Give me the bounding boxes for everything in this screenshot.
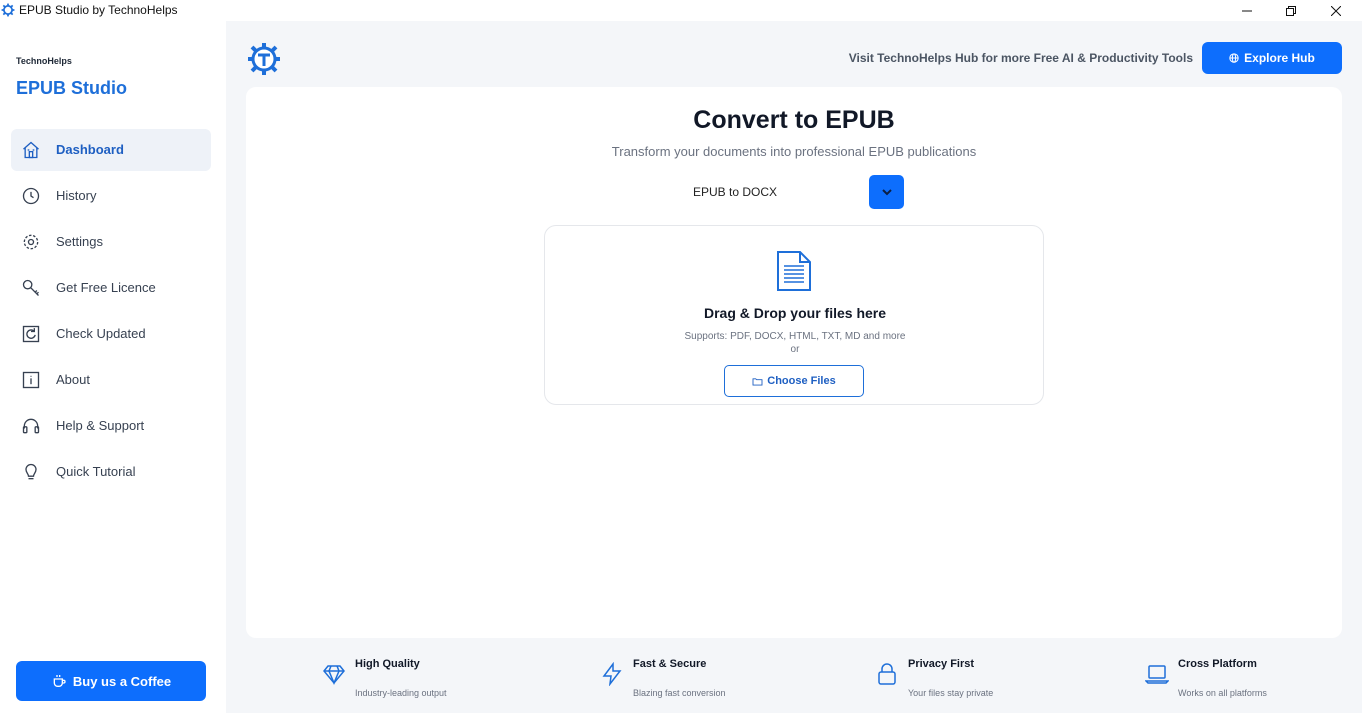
- coffee-icon: [53, 675, 66, 687]
- feature-title: Cross Platform: [1178, 658, 1257, 670]
- sidebar-item-settings[interactable]: Settings: [11, 221, 211, 263]
- sidebar-item-label: Help & Support: [56, 418, 145, 433]
- minimize-icon: [1242, 10, 1252, 11]
- feature-cross-platform: Cross Platform Works on all platforms: [1145, 655, 1345, 705]
- feature-desc: Blazing fast conversion: [633, 688, 726, 698]
- folder-icon: [752, 377, 763, 386]
- feature-desc: Industry-leading output: [355, 688, 447, 698]
- laptop-icon: [1145, 665, 1169, 684]
- dropzone-title: Drag & Drop your files here: [703, 305, 887, 321]
- dropzone-or: or: [790, 344, 800, 355]
- lightbulb-icon: [25, 463, 37, 480]
- diamond-icon: [323, 665, 345, 685]
- gear-icon: [23, 234, 39, 250]
- page-title: Convert to EPUB: [693, 106, 895, 134]
- refresh-icon: [22, 325, 40, 343]
- home-icon: [23, 141, 39, 159]
- sidebar-item-about[interactable]: About: [11, 359, 211, 401]
- conversion-mode-value: EPUB to DOCX: [693, 185, 778, 199]
- buy-coffee-label: Buy us a Coffee: [72, 673, 172, 689]
- restore-icon: [1286, 5, 1296, 16]
- sidebar-item-check-updated[interactable]: Check Updated: [11, 313, 211, 355]
- key-icon: [22, 279, 39, 296]
- sidebar-item-label: History: [56, 188, 97, 203]
- sidebar-item-history[interactable]: History: [11, 175, 211, 217]
- conversion-mode-select[interactable]: EPUB to DOCX: [669, 175, 905, 209]
- file-dropzone[interactable]: Drag & Drop your files here Supports: PD…: [544, 225, 1044, 405]
- choose-files-button[interactable]: Choose Files: [724, 365, 864, 397]
- feature-title: High Quality: [355, 658, 420, 670]
- sidebar-item-get-free-licence[interactable]: Get Free Licence: [11, 267, 211, 309]
- app-gear-icon: [1, 3, 15, 17]
- info-icon: [22, 371, 40, 389]
- sidebar-item-label: Dashboard: [56, 142, 124, 157]
- converter-card: Convert to EPUB Transform your documents…: [246, 87, 1342, 638]
- sidebar-item-label: Settings: [56, 234, 103, 249]
- sidebar-item-quick-tutorial[interactable]: Quick Tutorial: [11, 451, 211, 493]
- restore-button[interactable]: [1268, 0, 1314, 21]
- page-subtitle: Transform your documents into profession…: [611, 144, 977, 159]
- brand-app-name: EPUB Studio: [16, 78, 127, 98]
- feature-desc: Your files stay private: [908, 688, 994, 698]
- choose-files-label: Choose Files: [767, 375, 836, 387]
- window-titlebar: EPUB Studio by TechnoHelps: [0, 0, 1362, 21]
- document-icon: [777, 251, 811, 291]
- sidebar-item-label: About: [56, 372, 90, 387]
- explore-hub-button[interactable]: Explore Hub: [1202, 42, 1342, 74]
- feature-privacy-first: Privacy First Your files stay private: [875, 655, 1075, 705]
- feature-desc: Works on all platforms: [1178, 688, 1267, 698]
- conversion-mode-dropdown-button[interactable]: [869, 175, 904, 209]
- sidebar-item-dashboard[interactable]: Dashboard: [11, 129, 211, 171]
- minimize-button[interactable]: [1224, 0, 1270, 21]
- dropzone-supported-formats: Supports: PDF, DOCX, HTML, TXT, MD and m…: [684, 331, 906, 342]
- feature-high-quality: High Quality Industry-leading output: [322, 655, 522, 705]
- sidebar-item-label: Get Free Licence: [56, 280, 156, 295]
- explore-hub-label: Explore Hub: [1244, 51, 1315, 65]
- sidebar-item-label: Quick Tutorial: [56, 464, 136, 479]
- buy-coffee-button[interactable]: Buy us a Coffee: [16, 661, 206, 701]
- sidebar-item-help-support[interactable]: Help & Support: [11, 405, 211, 447]
- close-icon: [1331, 5, 1341, 16]
- lock-icon: [878, 663, 896, 685]
- feature-title: Fast & Secure: [633, 658, 707, 670]
- technohelps-logo-icon: [248, 43, 280, 75]
- main-area: Visit TechnoHelps Hub for more Free AI &…: [226, 21, 1362, 713]
- sidebar-item-label: Check Updated: [56, 326, 146, 341]
- brand-company: TechnoHelps: [16, 56, 72, 66]
- headset-icon: [22, 418, 40, 434]
- bolt-icon: [602, 662, 622, 686]
- feature-title: Privacy First: [908, 658, 975, 670]
- hub-promo-text: Visit TechnoHelps Hub for more Free AI &…: [848, 51, 1193, 65]
- chevron-down-icon: [881, 189, 892, 196]
- sidebar: TechnoHelps EPUB Studio Dashboard Histor…: [0, 21, 226, 713]
- globe-icon: [1229, 53, 1239, 63]
- close-button[interactable]: [1313, 0, 1359, 21]
- feature-fast-secure: Fast & Secure Blazing fast conversion: [600, 655, 800, 705]
- clock-icon: [22, 187, 40, 205]
- window-title: EPUB Studio by TechnoHelps: [19, 3, 178, 17]
